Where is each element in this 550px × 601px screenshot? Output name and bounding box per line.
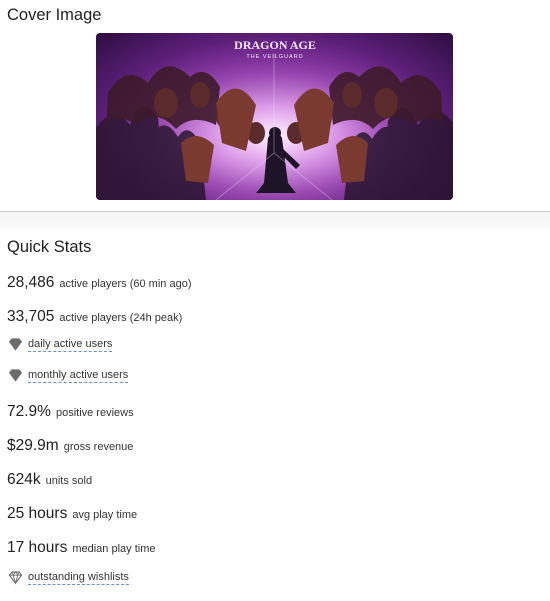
monthly-active-users-link[interactable]: monthly active users	[28, 369, 129, 383]
stat-positive-reviews: 72.9% positive reviews	[7, 403, 134, 421]
stat-active-players-60min: 28,486 active players (60 min ago)	[7, 274, 191, 292]
logo-title: DRAGON AGE	[234, 38, 316, 52]
stat-outstanding-wishlists[interactable]: outstanding wishlists	[8, 570, 129, 585]
stat-label: positive reviews	[55, 407, 134, 419]
stat-value: 72.9%	[7, 403, 51, 420]
stat-label: units sold	[45, 475, 93, 487]
stat-avg-play-time: 25 hours avg play time	[7, 505, 137, 523]
stat-label: avg play time	[72, 509, 138, 521]
gem-filled-icon	[8, 338, 23, 351]
stat-value: 33,705	[7, 308, 55, 325]
stat-active-players-24h-peak: 33,705 active players (24h peak)	[7, 308, 182, 326]
stat-value: 624k	[7, 471, 41, 488]
stat-value: 25 hours	[7, 505, 68, 522]
cover-image: DRAGON AGE THE VEILGUARD	[96, 33, 453, 200]
stat-value: 17 hours	[7, 539, 68, 556]
gem-filled-icon	[8, 369, 23, 382]
gem-outline-icon	[8, 571, 23, 585]
daily-active-users-link[interactable]: daily active users	[28, 338, 113, 352]
stat-median-play-time: 17 hours median play time	[7, 539, 155, 557]
logo-subtitle: THE VEILGUARD	[246, 54, 303, 60]
cover-artwork: DRAGON AGE THE VEILGUARD	[96, 33, 453, 200]
stat-value: $29.9m	[7, 437, 59, 454]
outstanding-wishlists-link[interactable]: outstanding wishlists	[28, 571, 129, 585]
cover-image-section: Cover Image DRAGON AGE THE VEILGUARD	[0, 0, 550, 211]
stat-units-sold: 624k units sold	[7, 471, 92, 489]
stat-value: 28,486	[7, 274, 55, 291]
stat-daily-active-users[interactable]: daily active users	[8, 337, 113, 352]
stat-monthly-active-users[interactable]: monthly active users	[8, 368, 129, 383]
stat-label: median play time	[72, 543, 156, 555]
section-divider	[0, 211, 550, 229]
stat-label: active players (24h peak)	[59, 312, 183, 324]
stat-gross-revenue: $29.9m gross revenue	[7, 437, 133, 455]
stat-label: gross revenue	[63, 441, 134, 453]
quick-stats-heading: Quick Stats	[7, 238, 92, 256]
cover-image-heading: Cover Image	[7, 6, 102, 24]
stat-label: active players (60 min ago)	[59, 278, 192, 290]
